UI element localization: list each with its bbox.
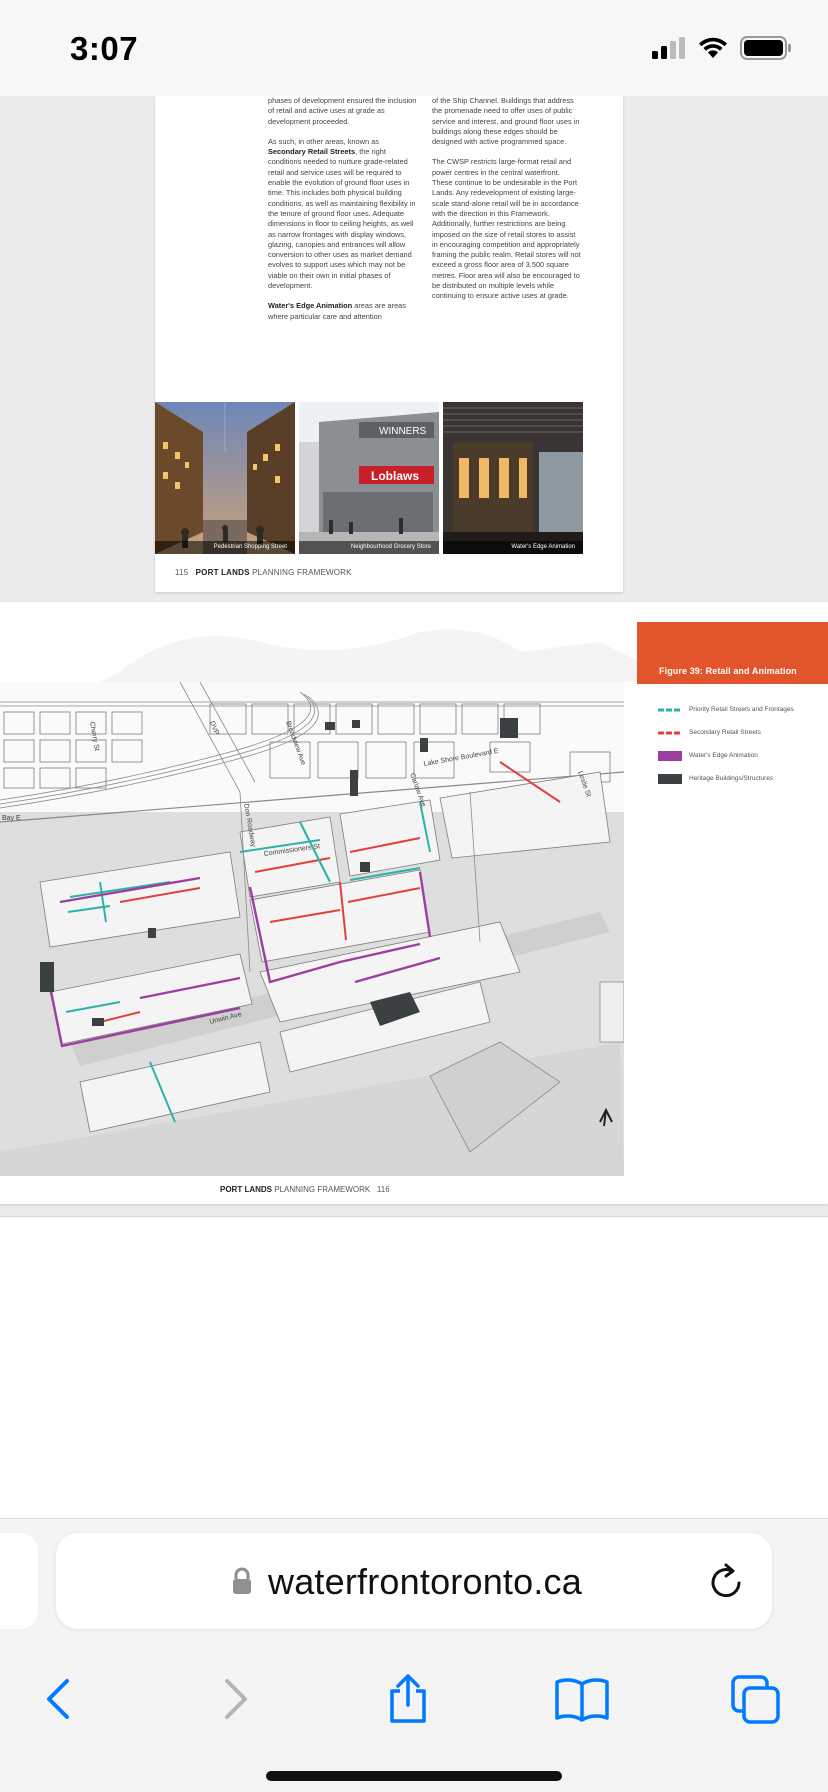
legend-swatch [658, 750, 682, 761]
legend-label: Secondary Retail Streets [689, 729, 761, 736]
text-run: As such, in other areas, known as [268, 136, 379, 146]
paragraph: Water's Edge Animation areas are areas w… [268, 301, 418, 322]
text-column-left: phases of development ensured the inclus… [268, 96, 418, 332]
map-label-bay: Bay E [2, 815, 21, 822]
wifi-icon [699, 37, 727, 58]
home-indicator[interactable] [266, 1771, 562, 1781]
lock-icon [233, 1567, 251, 1594]
pdf-viewer[interactable]: phases of development ensured the inclus… [0, 96, 828, 1216]
photo-grocery-store: WINNERS Loblaws Neighbourhood Grocery St… [299, 402, 439, 554]
bookmarks-button[interactable] [554, 1671, 610, 1727]
previous-tab-peek[interactable] [0, 1533, 38, 1629]
page-number: 116 [376, 1185, 390, 1194]
paragraph: phases of development ensured the inclus… [268, 96, 417, 126]
page-footer: PORT LANDS PLANNING FRAMEWORK 116 [220, 1185, 390, 1194]
share-button[interactable] [380, 1671, 436, 1727]
legend-item-priority: Priority Retail Streets and Frontages [658, 698, 828, 721]
nav-row [0, 1645, 828, 1745]
forward-icon [225, 1679, 247, 1719]
status-time: 3:07 [70, 30, 139, 67]
pdf-page-116: Lake Shore Boulevard E Unwin Ave Cherry … [0, 602, 828, 1204]
bookmarks-icon [555, 1678, 609, 1722]
paragraph: The CWSP restricts large-format retail a… [432, 157, 581, 301]
text-run: , the right conditions needed to nurture… [268, 147, 416, 291]
page-footer: 115 PORT LANDS PLANNING FRAMEWORK [175, 568, 352, 577]
tabs-icon [731, 1675, 780, 1724]
legend-swatch [658, 773, 682, 784]
address-bar[interactable]: waterfrontoronto.ca [56, 1533, 772, 1629]
figure-title: Figure 39: Retail and Animation [659, 666, 797, 676]
legend-swatch [658, 708, 682, 711]
signal-icon [652, 37, 685, 59]
photo-waters-edge: Water's Edge Animation [443, 402, 583, 554]
footer-brand: PORT LANDS [195, 568, 250, 577]
legend-item-waters-edge: Water's Edge Animation [658, 744, 828, 767]
back-button[interactable] [30, 1671, 86, 1727]
reload-icon[interactable] [708, 1561, 746, 1601]
store-sign: Loblaws [371, 469, 419, 483]
share-icon [390, 1674, 426, 1723]
back-icon [47, 1679, 69, 1719]
photo-pedestrian-street: Pedestrian Shopping Street [155, 402, 295, 554]
figure-banner: Figure 39: Retail and Animation [637, 622, 828, 684]
text-column-right: of the Ship Channel. Buildings that addr… [432, 96, 582, 312]
footer-brand: PORT LANDS [220, 1185, 272, 1194]
photo-caption: Pedestrian Shopping Street [155, 541, 295, 554]
legend-label: Priority Retail Streets and Frontages [689, 706, 794, 713]
battery-icon [740, 36, 791, 60]
forward-button[interactable] [208, 1671, 264, 1727]
photo-strip: Pedestrian Shopping Street WINNERS Lobla… [155, 402, 583, 554]
bold-term: Secondary Retail Streets [268, 147, 356, 157]
status-bar: 3:07 [0, 0, 828, 96]
paragraph: As such, in other areas, known as Second… [268, 137, 418, 291]
pdf-page-115: phases of development ensured the inclus… [155, 96, 623, 592]
legend-item-heritage: Heritage Buildings/Structures [658, 767, 828, 790]
url-text: waterfrontoronto.ca [268, 1561, 582, 1602]
footer-title: PLANNING FRAMEWORK [274, 1185, 371, 1194]
legend-swatch [658, 731, 682, 734]
bold-term: Water's Edge Animation [268, 301, 353, 311]
port-lands-map[interactable]: Lake Shore Boulevard E Unwin Ave Cherry … [0, 682, 624, 1176]
page-number: 115 [175, 568, 189, 577]
legend-item-secondary: Secondary Retail Streets [658, 721, 828, 744]
legend-label: Heritage Buildings/Structures [689, 775, 774, 782]
store-sign-top: WINNERS [379, 426, 427, 437]
photo-caption: Neighbourhood Grocery Store [299, 541, 439, 554]
footer-title: PLANNING FRAMEWORK [252, 568, 352, 577]
photo-caption: Water's Edge Animation [443, 541, 583, 554]
status-icons [652, 36, 792, 60]
viewer-blank-space [0, 1216, 828, 1518]
paragraph: of the Ship Channel. Buildings that addr… [432, 96, 580, 147]
browser-toolbar: waterfrontoronto.ca [0, 1518, 828, 1792]
tabs-button[interactable] [728, 1671, 784, 1727]
map-drawing: Lake Shore Boulevard E Unwin Ave Cherry … [0, 682, 624, 1176]
legend-label: Water's Edge Animation [689, 752, 758, 759]
map-legend: Priority Retail Streets and Frontages Se… [658, 698, 828, 790]
